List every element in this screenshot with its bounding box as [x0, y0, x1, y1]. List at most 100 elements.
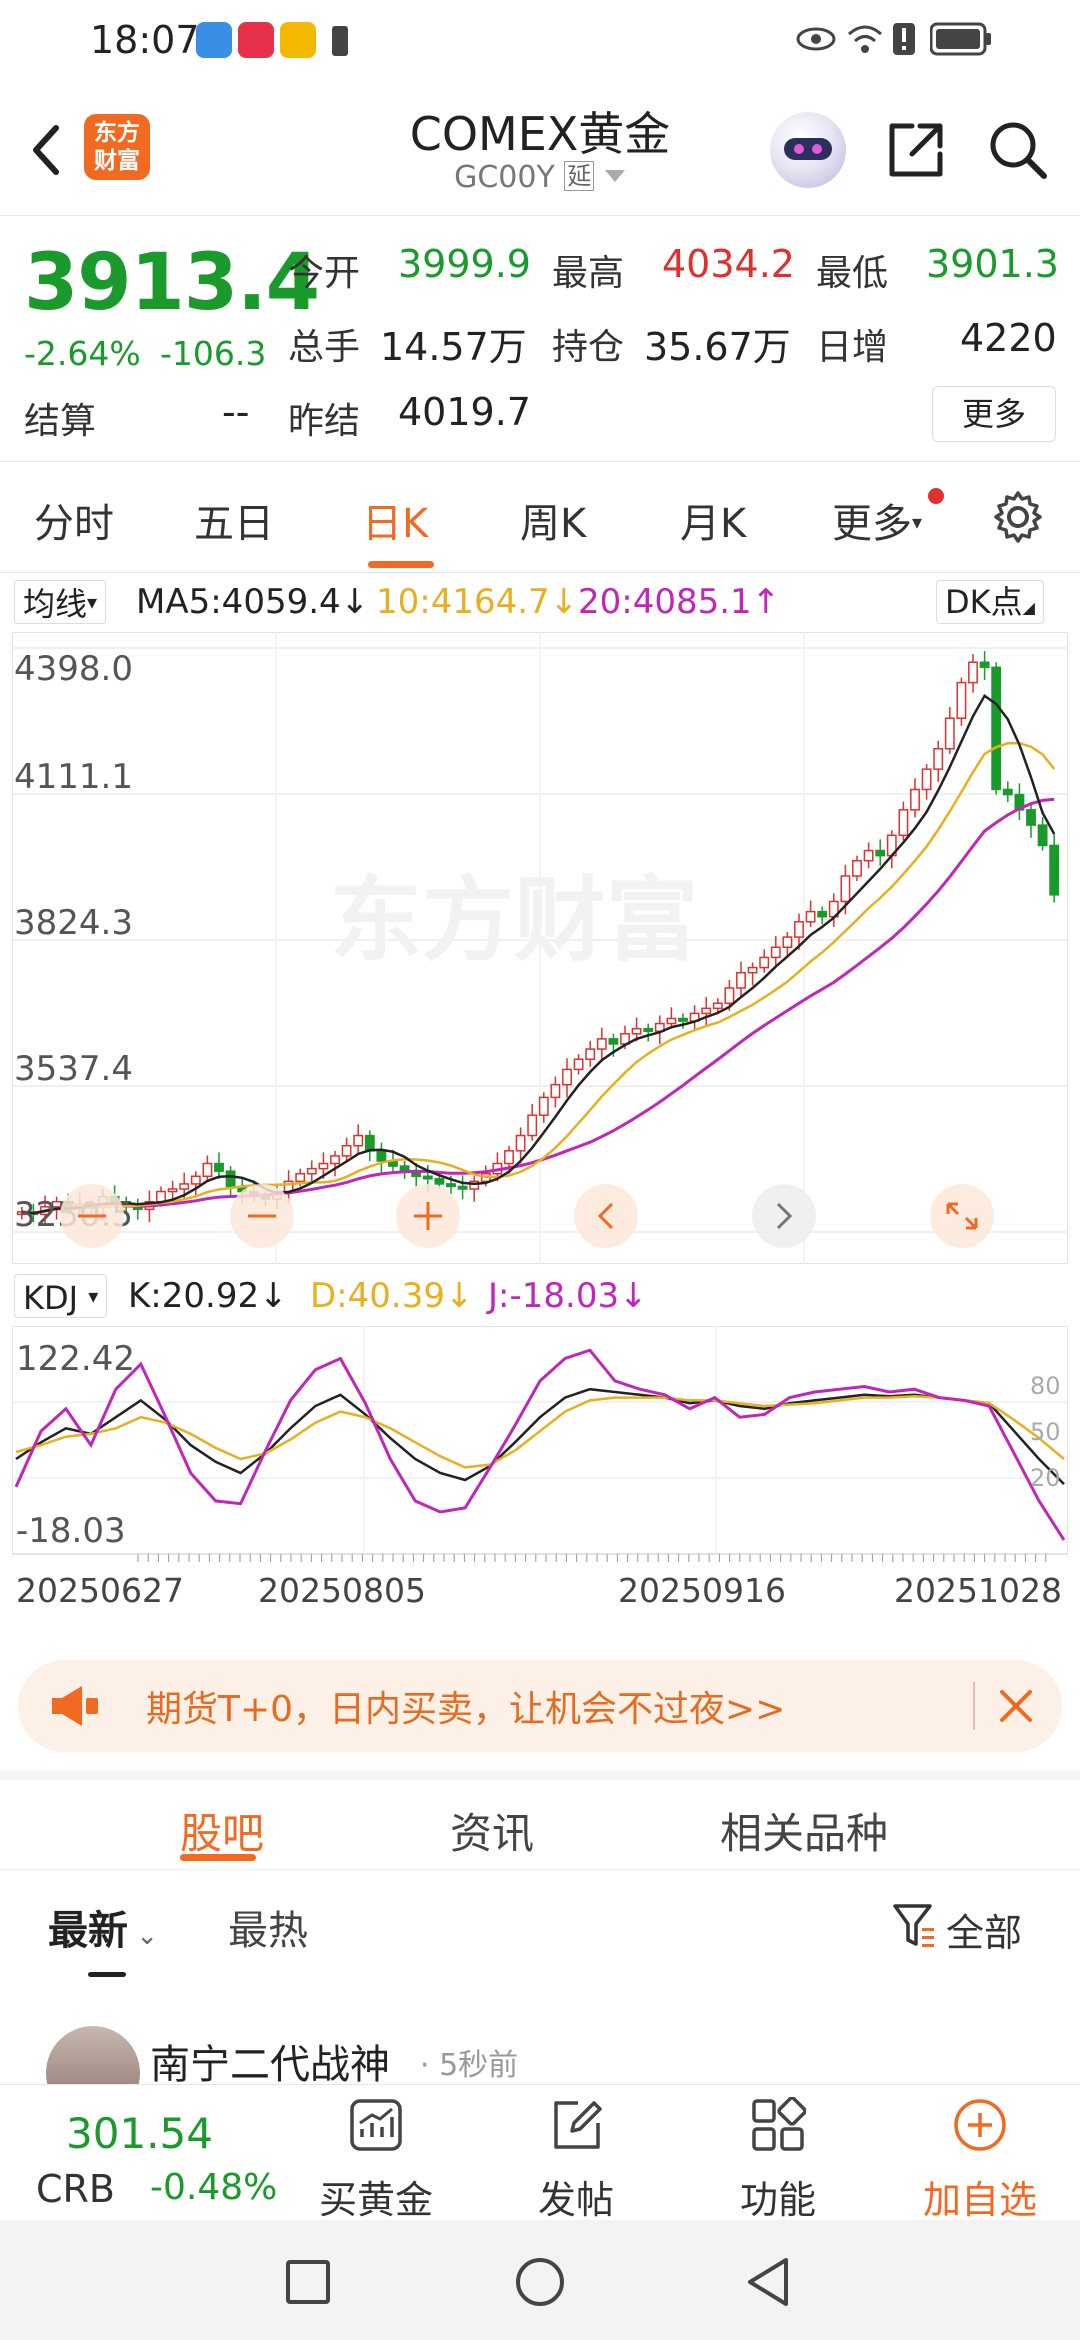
sort-latest[interactable]: 最新 ⌄ [48, 1898, 158, 1956]
home-icon[interactable] [514, 2256, 566, 2308]
logo-text-line1: 东方 [94, 120, 140, 146]
post-button[interactable]: 发帖 [496, 2085, 656, 2222]
more-quote-button[interactable]: 更多 [932, 386, 1056, 442]
low-label: 最低 [816, 253, 889, 294]
function-button[interactable]: 功能 [698, 2085, 858, 2222]
candle [805, 910, 816, 923]
candle [608, 1038, 619, 1045]
y-tick-label: 3537.4 [14, 1049, 133, 1089]
candle [782, 936, 793, 949]
share-icon[interactable] [884, 118, 948, 182]
indicator-select-ma[interactable]: 均线▾ [14, 580, 107, 624]
buy-gold-button[interactable]: 买黄金 [296, 2085, 456, 2222]
search-icon[interactable] [986, 118, 1050, 182]
candle [736, 971, 746, 989]
candle [353, 1134, 364, 1147]
filter-all[interactable]: 全部 [946, 1902, 1022, 1957]
post-item[interactable]: 南宁二代战神 · 5秒前 [0, 1990, 1080, 2084]
candle [341, 1144, 352, 1157]
function-label: 功能 [739, 2178, 816, 2222]
candle [596, 1038, 607, 1050]
grid-apps-icon [752, 2097, 806, 2151]
back-icon[interactable] [744, 2256, 792, 2308]
kline-chart[interactable]: 东方财富 4398.04111.13824.33537.43250.5 [12, 632, 1068, 1264]
scroll-right-button[interactable] [752, 1184, 816, 1248]
scroll-left-button[interactable] [574, 1184, 638, 1248]
candle [364, 1134, 375, 1152]
candle [678, 1017, 688, 1022]
edit-icon [554, 2101, 602, 2149]
candle [643, 1027, 654, 1032]
tab-more[interactable]: 更多▾ [832, 491, 922, 549]
candle [817, 910, 828, 918]
banner-divider [973, 1682, 975, 1730]
candle [585, 1048, 596, 1060]
fullscreen-button[interactable] [930, 1184, 994, 1248]
close-icon[interactable] [996, 1686, 1036, 1726]
candle [167, 1188, 178, 1193]
tab-weekly-k[interactable]: 周K [520, 491, 586, 549]
open-value: 3999.9 [398, 242, 531, 286]
contract-code[interactable]: GC00Y 延 [300, 160, 780, 195]
candle [202, 1162, 213, 1178]
tab-related[interactable]: 相关品种 [720, 1800, 888, 1861]
sim-card-icon [332, 26, 348, 56]
post-filter-row: 最新 ⌄ 最热 全部 [0, 1870, 1080, 1990]
last-price: 3913.4 [24, 238, 320, 328]
crb-change: -0.48% [150, 2167, 278, 2208]
avatar[interactable] [46, 2026, 140, 2084]
sort-hot[interactable]: 最热 [228, 1898, 308, 1956]
tab-intraday[interactable]: 分时 [34, 491, 114, 549]
high-value: 4034.2 [662, 242, 795, 286]
candle [457, 1185, 468, 1190]
candle [515, 1134, 526, 1152]
sort-latest-label: 最新 [48, 1908, 128, 1954]
tab-daily-k[interactable]: 日K [362, 491, 428, 549]
indicator-select-kdj[interactable]: KDJ ▾ [14, 1274, 108, 1318]
candle [933, 748, 944, 770]
tab-news[interactable]: 资讯 [450, 1800, 534, 1861]
kdj-legend-row: KDJ ▾ K:20.92↓ D:40.39↓ J:-18.03↓ [0, 1266, 1080, 1326]
y-tick-label: 4111.1 [14, 757, 133, 797]
candle [979, 661, 990, 669]
candle [956, 681, 967, 719]
filter-icon[interactable] [892, 1902, 936, 1950]
ma20-value: 20:4085.1↑ [578, 582, 781, 622]
add-watchlist-button[interactable]: 加自选 [900, 2085, 1060, 2222]
daily-increase-label: 日增 [816, 327, 889, 368]
dk-point-select[interactable]: DK点◢ [936, 580, 1044, 624]
kdj-d-value: D:40.39↓ [310, 1276, 474, 1316]
post-time: · 5秒前 [420, 2048, 519, 2083]
x-label-3: 20251028 [894, 1571, 1062, 1610]
tab-guba[interactable]: 股吧 [180, 1800, 264, 1861]
tab-five-day[interactable]: 五日 [194, 491, 274, 549]
settle-value: -- [222, 390, 250, 434]
crb-index-widget[interactable]: 301.54 CRB -0.48% [0, 2085, 300, 2221]
candle [840, 875, 851, 903]
chevron-down-icon: ⌄ [128, 1921, 159, 1951]
eastmoney-logo: 东方 财富 [84, 114, 150, 180]
tab-monthly-k[interactable]: 月K [680, 491, 746, 549]
sort-underline [88, 1972, 126, 1977]
recent-apps-icon[interactable] [284, 2258, 332, 2306]
kdj-chart[interactable]: 122.42 -18.03 80 50 20 20250627 20250805… [12, 1326, 1068, 1636]
volume-label: 总手 [288, 327, 361, 368]
logo-text-line2: 财富 [94, 148, 140, 174]
candle [306, 1167, 317, 1175]
candle [156, 1190, 166, 1203]
ma-legend-row: 均线▾ MA5:4059.4↓ 10:4164.7↓ 20:4085.1↑ DK… [0, 574, 1080, 632]
low-value: 3901.3 [926, 242, 1059, 286]
kdj-rtick-80: 80 [1030, 1372, 1061, 1400]
kdj-j-value: J:-18.03↓ [488, 1276, 648, 1316]
candle [434, 1178, 445, 1185]
candle [573, 1058, 584, 1071]
indicator-select-ma-label: 均线 [23, 585, 88, 623]
back-arrow-icon[interactable] [22, 120, 72, 180]
candle [875, 849, 886, 857]
candle [724, 987, 735, 1004]
promo-banner[interactable]: 期货T+0，日内买卖，让机会不过夜>> [18, 1660, 1062, 1752]
ai-assistant-avatar[interactable] [770, 112, 846, 188]
gear-icon[interactable] [990, 489, 1046, 545]
post-author[interactable]: 南宁二代战神 [150, 2032, 390, 2084]
post-label: 发帖 [537, 2178, 614, 2222]
